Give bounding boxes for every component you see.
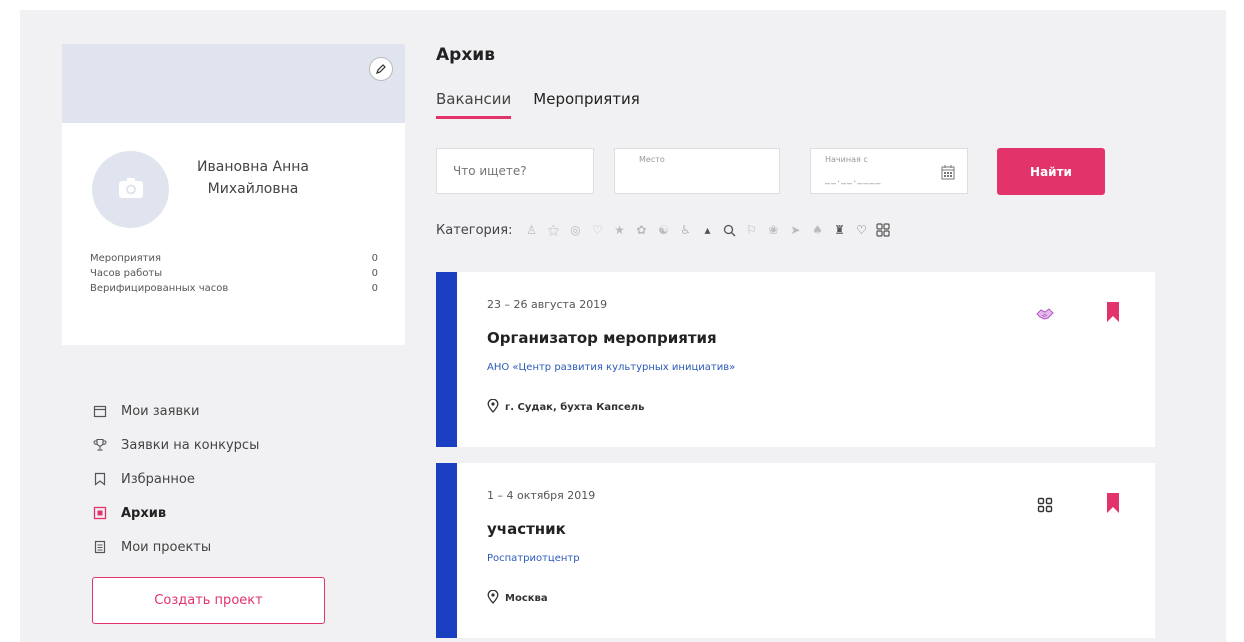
card-location-text: г. Судак, бухта Капсель bbox=[505, 402, 645, 413]
category-label: Категория: bbox=[436, 222, 513, 238]
stat-value: 0 bbox=[371, 268, 378, 279]
building-icon[interactable]: ♜ bbox=[828, 219, 850, 241]
create-project-button[interactable]: Создать проект bbox=[92, 577, 325, 624]
graduation-cap-icon[interactable]: ▴ bbox=[696, 219, 718, 241]
sign-icon[interactable]: ⚐ bbox=[740, 219, 762, 241]
camera-icon bbox=[118, 177, 144, 203]
location-pin-icon bbox=[487, 589, 499, 607]
handshake-icon[interactable]: ☯ bbox=[652, 219, 674, 241]
globe-icon[interactable]: ◎ bbox=[564, 219, 586, 241]
search-query-field[interactable] bbox=[436, 148, 594, 194]
event-card[interactable]: 1 – 4 октября 2019 участник Роспатриотце… bbox=[436, 463, 1155, 638]
card-location: Москва bbox=[487, 589, 548, 607]
city-icon[interactable]: ♡ bbox=[850, 219, 872, 241]
stat-row: Часов работы 0 bbox=[90, 266, 378, 281]
location-pin-icon bbox=[487, 398, 499, 416]
profile-stats: Мероприятия 0 Часов работы 0 Верифициров… bbox=[90, 251, 378, 296]
tab-vacancies[interactable]: Вакансии bbox=[436, 90, 512, 119]
date-label: Начиная с bbox=[825, 155, 868, 164]
card-strip bbox=[436, 272, 457, 447]
place-label: Место bbox=[639, 155, 665, 164]
sidebar-item-contest-applications[interactable]: Заявки на конкурсы bbox=[92, 428, 322, 462]
event-card[interactable]: 23 – 26 августа 2019 Организатор меропри… bbox=[436, 272, 1155, 447]
stat-value: 0 bbox=[371, 283, 378, 294]
user-name: Ивановна Анна Михайловна bbox=[178, 156, 328, 200]
sidebar-item-label: Архив bbox=[121, 505, 167, 521]
edit-profile-button[interactable] bbox=[369, 57, 393, 81]
profile-cover bbox=[62, 44, 405, 123]
trophy-icon bbox=[92, 437, 108, 453]
profile-card: Ивановна Анна Михайловна Мероприятия 0 Ч… bbox=[62, 44, 405, 345]
people-icon[interactable]: ♙ bbox=[520, 219, 542, 241]
wheelchair-icon[interactable]: ♿ bbox=[674, 219, 696, 241]
stat-row: Верифицированных часов 0 bbox=[90, 281, 378, 296]
sidebar-item-label: Мои заявки bbox=[121, 403, 200, 419]
place-field[interactable]: Место bbox=[614, 148, 780, 194]
sidebar-nav: Мои заявки Заявки на конкурсы Избранное … bbox=[92, 394, 322, 564]
stat-value: 0 bbox=[371, 253, 378, 264]
plant-icon[interactable]: ❀ bbox=[762, 219, 784, 241]
stat-label: Верифицированных часов bbox=[90, 283, 229, 294]
grid-icon bbox=[1033, 493, 1057, 517]
search-input[interactable] bbox=[453, 164, 583, 178]
card-title[interactable]: участник bbox=[487, 520, 566, 538]
user-name-line2: Михайловна bbox=[207, 181, 299, 197]
sidebar-item-label: Избранное bbox=[121, 471, 195, 487]
user-name-line1: Ивановна Анна bbox=[197, 159, 309, 175]
calendar-icon bbox=[92, 403, 108, 419]
medal-icon[interactable]: ★ bbox=[608, 219, 630, 241]
card-date: 1 – 4 октября 2019 bbox=[487, 489, 596, 502]
document-icon bbox=[92, 539, 108, 555]
sidebar-item-my-applications[interactable]: Мои заявки bbox=[92, 394, 322, 428]
sidebar-item-label: Заявки на конкурсы bbox=[121, 437, 260, 453]
heart-hand-icon[interactable]: ♡ bbox=[586, 219, 608, 241]
card-location: г. Судак, бухта Капсель bbox=[487, 398, 645, 416]
grid-icon[interactable] bbox=[872, 219, 894, 241]
sidebar-item-label: Мои проекты bbox=[121, 539, 212, 555]
tab-events[interactable]: Мероприятия bbox=[533, 90, 639, 119]
flower-icon[interactable]: ✿ bbox=[630, 219, 652, 241]
family-icon[interactable]: ⚝ bbox=[542, 219, 564, 241]
sidebar-item-archive[interactable]: Архив bbox=[92, 496, 322, 530]
date-field[interactable]: Начиная с __.__.____ bbox=[810, 148, 968, 194]
card-title[interactable]: Организатор мероприятия bbox=[487, 329, 717, 347]
search-icon[interactable] bbox=[718, 219, 740, 241]
stat-label: Мероприятия bbox=[90, 253, 161, 264]
sidebar-item-my-projects[interactable]: Мои проекты bbox=[92, 530, 322, 564]
running-icon[interactable]: ➤ bbox=[784, 219, 806, 241]
pencil-icon bbox=[375, 60, 387, 79]
calendar-icon[interactable] bbox=[941, 164, 955, 184]
elderly-icon[interactable]: ♠ bbox=[806, 219, 828, 241]
handshake-icon bbox=[1033, 302, 1057, 326]
tabs: Вакансии Мероприятия bbox=[436, 90, 640, 119]
card-date: 23 – 26 августа 2019 bbox=[487, 298, 608, 311]
card-organization[interactable]: Роспатриотцентр bbox=[487, 553, 580, 564]
page-title: Архив bbox=[436, 45, 495, 65]
bookmark-icon[interactable] bbox=[1106, 302, 1120, 326]
avatar[interactable] bbox=[92, 151, 169, 228]
sidebar-item-favorites[interactable]: Избранное bbox=[92, 462, 322, 496]
bookmark-icon bbox=[92, 471, 108, 487]
bookmark-icon[interactable] bbox=[1106, 493, 1120, 517]
date-placeholder: __.__.____ bbox=[825, 174, 882, 185]
find-button[interactable]: Найти bbox=[997, 148, 1105, 195]
stat-row: Мероприятия 0 bbox=[90, 251, 378, 266]
archive-icon bbox=[92, 505, 108, 521]
card-strip bbox=[436, 463, 457, 638]
category-filter: Категория: ♙ ⚝ ◎ ♡ ★ ✿ ☯ ♿ ▴ ⚐ ❀ ➤ ♠ ♜ ♡ bbox=[436, 217, 894, 243]
card-organization[interactable]: АНО «Центр развития культурных инициатив… bbox=[487, 362, 735, 373]
card-location-text: Москва bbox=[505, 593, 548, 604]
stat-label: Часов работы bbox=[90, 268, 163, 279]
